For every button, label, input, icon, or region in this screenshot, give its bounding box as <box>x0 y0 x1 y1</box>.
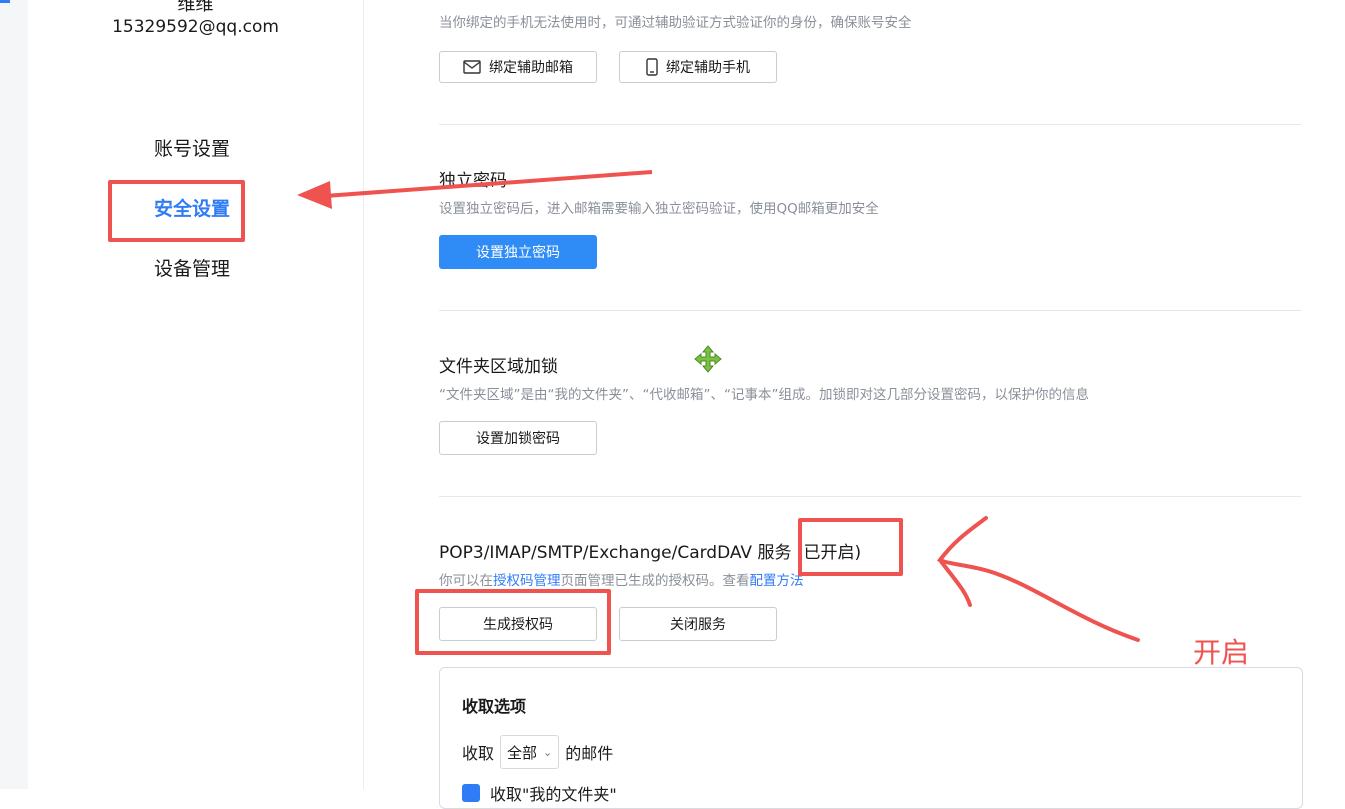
arrow-head <box>297 181 332 209</box>
arrow-shaft <box>324 170 653 198</box>
curved-arrow <box>936 516 1140 642</box>
annotation-label: 开启 <box>1193 636 1250 669</box>
annotation-arrows <box>297 170 1140 642</box>
move-cursor-icon <box>694 345 722 373</box>
